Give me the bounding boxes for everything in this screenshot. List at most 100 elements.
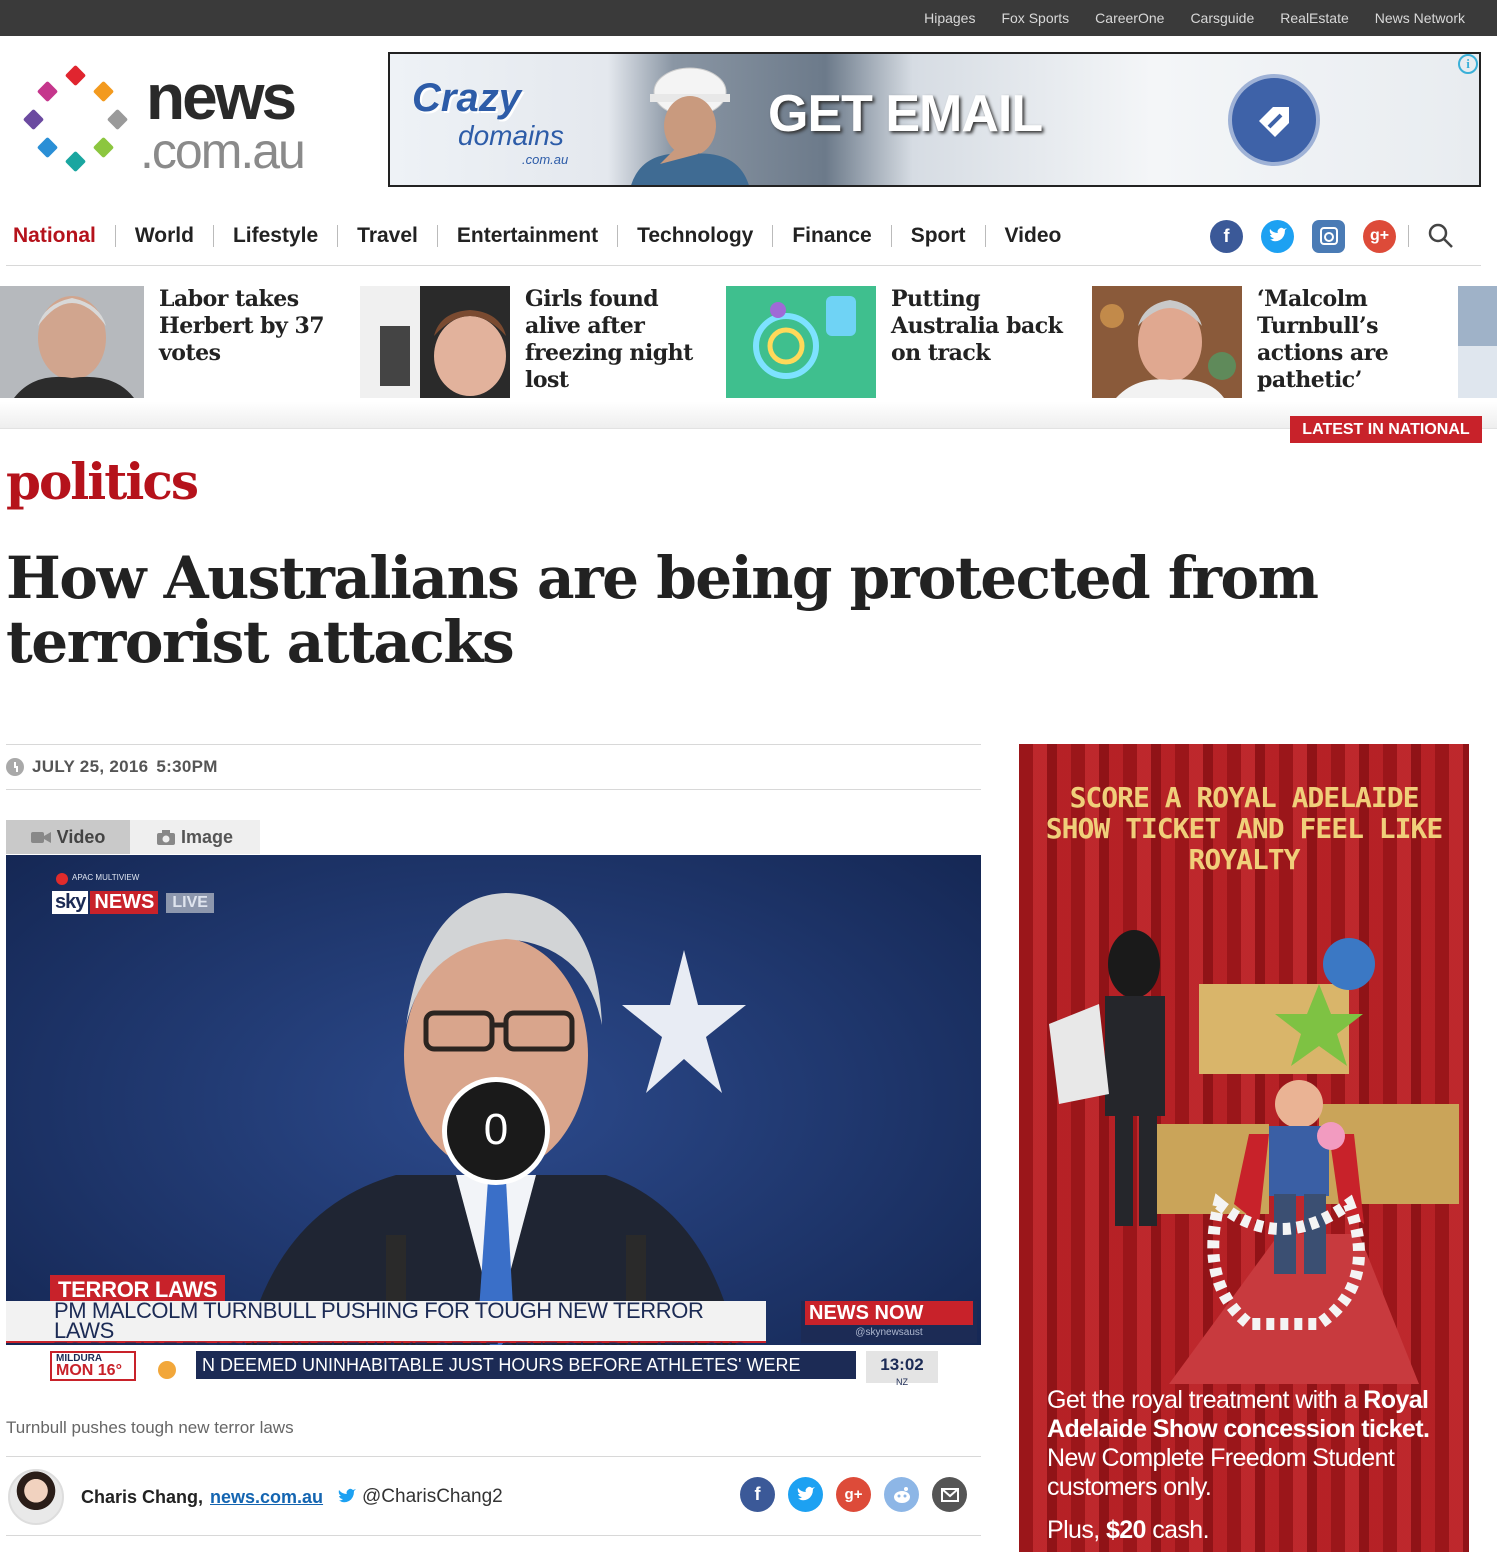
onscreen-clock-zone: NZ xyxy=(896,1377,908,1387)
author-name: Charis Chang, xyxy=(81,1487,204,1507)
article-time: 5:30PM xyxy=(156,757,218,776)
logo-dot-icon xyxy=(64,64,87,87)
logo-dot-icon xyxy=(64,150,87,173)
side-ad-plus-amount: $20 xyxy=(1105,1516,1147,1544)
media-caption: Turnbull pushes tough new terror laws xyxy=(6,1418,294,1437)
weather-icon xyxy=(158,1361,176,1379)
story-title: Girls found alive after freezing night l… xyxy=(525,286,693,393)
email-icon[interactable] xyxy=(932,1477,967,1512)
news-now-handle: @skynewsaust xyxy=(855,1327,923,1338)
channel-news: NEWS xyxy=(90,891,159,914)
banner-ad[interactable]: Crazy domains .com.au GET EMAIL xyxy=(388,52,1481,187)
tab-video-label: Video xyxy=(56,826,106,847)
nav-item-national[interactable]: National xyxy=(6,225,115,247)
main-nav: National World Lifestyle Travel Entertai… xyxy=(6,218,1481,266)
side-ad-plus-label: Plus, xyxy=(1047,1516,1106,1544)
nav-item-technology[interactable]: Technology xyxy=(617,225,772,247)
camera-icon xyxy=(156,829,175,845)
clock-icon xyxy=(6,758,24,776)
video-camera-icon xyxy=(30,831,51,843)
logo-dot-icon xyxy=(106,108,129,131)
twitter-icon[interactable] xyxy=(788,1477,823,1512)
nav-items: National World Lifestyle Travel Entertai… xyxy=(6,218,1080,254)
network-link-hipages[interactable]: Hipages xyxy=(924,10,975,26)
logo-dot-icon xyxy=(92,80,115,103)
network-link-carsguide[interactable]: Carsguide xyxy=(1190,10,1254,26)
section-label[interactable]: politics xyxy=(6,452,199,511)
logo-word-domain: .com.au xyxy=(140,123,306,179)
story-title: ‘Malcolm Turnbull’s actions are pathetic… xyxy=(1257,286,1389,393)
onscreen-clock: 13:02 NZ xyxy=(866,1351,938,1387)
network-link-foxsports[interactable]: Fox Sports xyxy=(1001,10,1069,26)
search-icon[interactable] xyxy=(1427,222,1455,250)
twitter-icon[interactable] xyxy=(1261,219,1294,253)
logo-dot-icon xyxy=(22,108,45,131)
google-plus-icon[interactable]: g+ xyxy=(836,1477,871,1512)
ticker-main: PM MALCOLM TURNBULL PUSHING FOR TOUGH NE… xyxy=(6,1300,766,1362)
nav-item-lifestyle[interactable]: Lifestyle xyxy=(212,225,337,247)
nav-item-finance[interactable]: Finance xyxy=(772,225,890,247)
site-logo[interactable]: news .com.au xyxy=(22,61,344,179)
network-link-newsnetwork[interactable]: News Network xyxy=(1375,10,1465,26)
comment-count-badge[interactable]: 0 xyxy=(442,1077,550,1185)
tab-image-label: Image xyxy=(180,826,234,847)
onscreen-clock-time: 13:02 xyxy=(880,1355,924,1374)
story-thumbnail xyxy=(726,286,876,398)
story-thumbnail xyxy=(1092,286,1242,398)
video-player[interactable]: APAC MULTIVIEW sky NEWS LIVE 0 TERROR LA… xyxy=(6,855,981,1403)
media-tabs: Video Image xyxy=(6,820,260,854)
network-link-realestate[interactable]: RealEstate xyxy=(1280,10,1348,26)
ad-cta: GET EMAIL xyxy=(768,85,1043,143)
side-ad-headline: SCORE A ROYAL ADELAIDE SHOW TICKET AND F… xyxy=(1045,781,1443,876)
crawl-text: N DEEMED UNINHABITABLE JUST HOURS BEFORE… xyxy=(196,1351,856,1379)
twitter-icon xyxy=(338,1488,356,1503)
side-ad-copy: Get the royal treatment with a Royal Ade… xyxy=(1047,1386,1457,1502)
author-twitter-handle: @CharisChang2 xyxy=(362,1486,503,1507)
nav-item-sport[interactable]: Sport xyxy=(890,225,985,247)
author-twitter[interactable]: @CharisChang2 xyxy=(336,1486,503,1508)
story-thumbnail xyxy=(360,286,510,398)
article-date: JULY 25, 2016 xyxy=(32,757,149,776)
side-ad-copy-2: New Complete Freedom Student customers o… xyxy=(1047,1444,1395,1501)
ticker-crawl: MILDURA MON 16° N DEEMED UNINHABITABLE J… xyxy=(6,1345,981,1403)
channel-live: LIVE xyxy=(166,892,214,913)
article-headline: How Australians are being protected from… xyxy=(6,544,1319,676)
channel-logo: sky NEWS LIVE xyxy=(52,891,214,914)
ad-info-icon[interactable]: i xyxy=(1458,54,1478,74)
nav-social: f g+ xyxy=(1210,218,1455,254)
side-ad-plus-tail: cash. xyxy=(1145,1516,1209,1544)
network-links: Hipages Fox Sports CareerOne Carsguide R… xyxy=(924,0,1465,36)
side-ad[interactable]: SCORE A ROYAL ADELAIDE SHOW TICKET AND F… xyxy=(1019,744,1469,1552)
ad-scene-image xyxy=(1049,930,1459,1384)
news-now-label: NEWS NOW xyxy=(805,1301,973,1325)
avatar[interactable] xyxy=(8,1469,64,1525)
weather-box: MILDURA MON 16° xyxy=(50,1351,136,1381)
ad-worker-image xyxy=(631,67,749,185)
network-link-careerone[interactable]: CareerOne xyxy=(1095,10,1164,26)
facebook-icon[interactable]: f xyxy=(1210,219,1243,253)
article-dateline: JULY 25, 2016 5:30PM xyxy=(6,744,981,790)
network-bar: Hipages Fox Sports CareerOne Carsguide R… xyxy=(0,0,1497,36)
instagram-icon[interactable] xyxy=(1312,219,1345,253)
nav-item-video[interactable]: Video xyxy=(984,225,1081,247)
story-title: Labor takes Herbert by 37 votes xyxy=(159,286,325,366)
nav-item-travel[interactable]: Travel xyxy=(337,225,437,247)
nav-item-entertainment[interactable]: Entertainment xyxy=(436,225,617,247)
ad-brand-domains: domains xyxy=(458,120,564,151)
ad-arrow-icon[interactable] xyxy=(1228,74,1320,166)
author-byline: Charis Chang, news.com.au @CharisChang2 … xyxy=(6,1456,981,1536)
ad-brand-crazy: Crazy xyxy=(412,76,521,120)
google-plus-icon[interactable]: g+ xyxy=(1363,219,1396,253)
channel-small-label: APAC MULTIVIEW xyxy=(72,873,140,882)
reddit-icon[interactable] xyxy=(884,1477,919,1512)
logo-dot-icon xyxy=(36,80,59,103)
channel-sky: sky xyxy=(52,891,89,914)
tab-image[interactable]: Image xyxy=(130,820,260,854)
facebook-icon[interactable]: f xyxy=(740,1477,775,1512)
side-ad-plus: Plus, $20 cash. xyxy=(1047,1516,1210,1545)
tab-video[interactable]: Video xyxy=(6,820,130,854)
nav-item-world[interactable]: World xyxy=(114,225,213,247)
publication-link[interactable]: news.com.au xyxy=(210,1487,323,1508)
latest-in-national-button[interactable]: LATEST IN NATIONAL xyxy=(1290,416,1482,443)
logo-dot-icon xyxy=(36,136,59,159)
